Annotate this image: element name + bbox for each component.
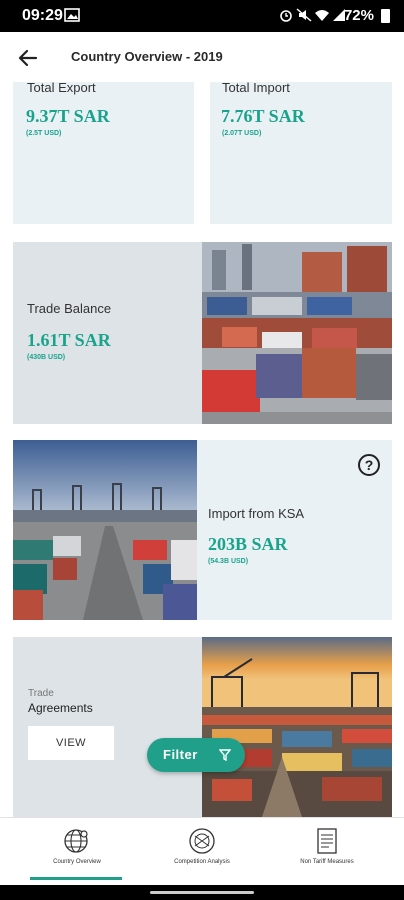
home-indicator[interactable] [150,891,254,894]
total-import-card[interactable]: Total Import 7.76T SAR (2.07T USD) [210,82,392,224]
content-area[interactable]: Total Export 9.37T SAR (2.5T USD) Total … [0,82,404,817]
system-home-bar [0,885,404,900]
trade-agreements-card[interactable]: Trade Agreements VIEW [13,637,202,817]
battery-icon [381,9,390,23]
battery-percent: 72% [343,7,374,24]
import-from-ksa-label: Import from KSA [208,506,305,521]
total-export-usd: (2.5T USD) [26,130,62,137]
globe-icon [64,829,88,853]
document-icon [317,828,337,854]
status-bar: 09:29 72% [0,0,404,32]
active-tab-indicator [30,877,122,880]
view-button[interactable]: VIEW [28,726,114,760]
wifi-icon [315,10,329,21]
nav-country-overview-label: Country Overview [53,859,101,865]
help-icon[interactable]: ? [358,454,380,476]
nav-country-overview[interactable]: Country Overview [10,818,144,886]
containers-port-image [202,242,392,424]
total-export-card[interactable]: Total Export 9.37T SAR (2.5T USD) [13,82,194,224]
import-from-ksa-usd: (54.3B USD) [208,558,249,565]
nav-competition-analysis[interactable]: Competition Analysis [135,818,269,886]
total-export-label: Total Export [27,82,96,95]
nav-competition-analysis-label: Competition Analysis [174,859,230,865]
alarm-icon [280,10,292,22]
status-time: 09:29 [22,7,63,24]
filter-label: Filter [163,747,198,762]
trade-balance-card[interactable]: Trade Balance 1.61T SAR (430B USD) [13,242,202,424]
trade-agreements-small-label: Trade [28,688,54,699]
nav-non-tariff-measures-label: Non Tariff Measures [300,859,354,865]
total-import-usd: (2.07T USD) [222,130,262,137]
port-cranes-image [13,440,197,620]
trade-agreements-label: Agreements [28,701,93,715]
filter-icon [219,749,231,761]
trade-balance-label: Trade Balance [27,301,112,316]
page-title: Country Overview - 2019 [71,49,223,64]
bottom-navigation: Country Overview Competition Analysis No… [0,817,404,886]
total-import-label: Total Import [222,82,290,95]
app-header: Country Overview - 2019 [0,32,404,82]
trade-balance-value: 1.61T SAR [27,330,111,350]
filter-button[interactable]: Filter [147,738,245,772]
trade-balance-usd: (430B USD) [27,354,66,361]
image-notification-icon [64,8,80,22]
back-arrow-icon[interactable] [14,44,42,72]
import-from-ksa-card[interactable]: ? Import from KSA 203B SAR (54.3B USD) [197,440,392,620]
nav-non-tariff-measures[interactable]: Non Tariff Measures [260,818,394,886]
import-from-ksa-value: 203B SAR [208,534,288,554]
total-import-value: 7.76T SAR [221,106,305,126]
competition-icon [189,828,215,854]
mute-icon [296,8,312,22]
total-export-value: 9.37T SAR [26,106,110,126]
sunset-port-image [202,637,392,817]
